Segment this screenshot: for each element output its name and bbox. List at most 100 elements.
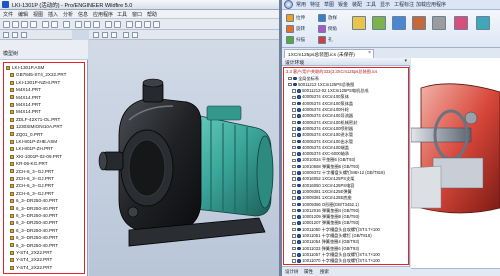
ribbon-label-loft[interactable]: 放样 xyxy=(328,15,337,21)
menu-tools[interactable]: 工具 xyxy=(117,11,127,18)
menu-info[interactable]: 信息 xyxy=(78,11,88,18)
tree-item[interactable]: Y-ST4_2X22.PRT xyxy=(10,257,52,264)
document-tab[interactable]: 1XCm125ps总装图.ics (未保存) × xyxy=(284,49,374,58)
expand-toggle-icon[interactable] xyxy=(292,202,296,207)
tab-design-tree[interactable]: 设计树 xyxy=(285,269,299,275)
expand-toggle-icon[interactable] xyxy=(292,158,296,163)
expand-toggle-icon[interactable] xyxy=(292,190,296,194)
expand-toggle-icon[interactable] xyxy=(292,246,296,251)
tree-item[interactable]: LKI-1301P-NZHI.PRT xyxy=(10,80,60,87)
design-tree-item[interactable]: 50011212 1XCm125PS总装图 xyxy=(288,82,354,88)
datum-point-icon[interactable] xyxy=(144,21,151,28)
expand-toggle-icon[interactable] xyxy=(292,152,296,156)
expand-toggle-icon[interactable] xyxy=(292,145,296,150)
expand-toggle-icon[interactable] xyxy=(288,76,292,81)
tree-item[interactable]: ZCH-6_3--GJ.PRT xyxy=(10,183,54,190)
tree-settings-icon[interactable] xyxy=(3,32,9,38)
modify-large-icon[interactable] xyxy=(412,16,426,30)
ribbon-label-revolve[interactable]: 旋转 xyxy=(296,26,305,32)
menu-analysis[interactable]: 分析 xyxy=(63,11,73,18)
pattern-large-icon[interactable] xyxy=(392,16,406,30)
tab-assembly[interactable]: 装配 xyxy=(352,1,362,8)
csys-icon[interactable] xyxy=(153,21,160,28)
tree-item[interactable]: ZDLF-42X71-OL.PRT xyxy=(10,117,60,124)
datum-plane-icon[interactable] xyxy=(126,21,133,28)
design-tree-item[interactable]: 全局坐标系 xyxy=(288,76,319,82)
regenerate-icon[interactable] xyxy=(63,21,70,28)
refit-icon[interactable] xyxy=(93,21,100,28)
export-large-icon[interactable] xyxy=(476,16,490,30)
expand-toggle-icon[interactable] xyxy=(292,196,296,200)
expand-toggle-icon[interactable] xyxy=(292,221,296,226)
zoom-out-icon[interactable] xyxy=(84,21,91,28)
menu-view[interactable]: 视图 xyxy=(33,11,43,18)
proe-graphics-window[interactable] xyxy=(89,30,279,276)
menu-edit[interactable]: 编辑 xyxy=(18,11,28,18)
caxa-pump-model[interactable] xyxy=(411,58,500,268)
loft-icon[interactable] xyxy=(318,14,326,22)
design-tree-item[interactable]: 10011070 十字槽盘头自攻螺钉ST4.7×100 xyxy=(292,258,380,264)
expand-toggle-icon[interactable] xyxy=(292,177,296,181)
expand-toggle-icon[interactable] xyxy=(292,240,296,244)
tree-item[interactable]: ZCH-6_3--GJ.PRT xyxy=(10,169,54,176)
render-large-icon[interactable] xyxy=(454,16,468,30)
no-hidden-icon[interactable] xyxy=(132,32,138,38)
design-tree-item[interactable]: 40005374 4XCm100泵体盖 xyxy=(292,101,353,107)
expand-toggle-icon[interactable] xyxy=(292,259,296,263)
expand-toggle-icon[interactable] xyxy=(292,101,296,106)
design-tree-item[interactable]: 40005374 4XCm100机械密封 xyxy=(292,120,357,126)
expand-toggle-icon[interactable] xyxy=(292,234,296,238)
design-tree-item[interactable]: 40005374 4XCm100端盖 xyxy=(292,145,349,151)
tree-item[interactable]: M4X14.PRT xyxy=(10,95,41,102)
wireframe-icon[interactable] xyxy=(114,21,121,28)
pump-model[interactable] xyxy=(89,40,279,276)
tree-item[interactable]: 6_3--DR250-40.PRT xyxy=(10,198,58,205)
tab-common[interactable]: 常用 xyxy=(296,1,306,8)
tab-display[interactable]: 显示 xyxy=(380,1,390,8)
tab-feature[interactable]: 特征 xyxy=(310,1,320,8)
design-tree-item[interactable]: 10011033 弹簧垫圈6 (GB/T93) xyxy=(292,246,359,252)
tree-item[interactable]: 6_3--DR250-40.PRT xyxy=(10,220,58,227)
ribbon-label-sweep[interactable]: 扫描 xyxy=(296,37,305,43)
design-tree-item[interactable]: 10010024 平垫圈6 (GB/T93) xyxy=(292,157,355,163)
shading-icon[interactable] xyxy=(105,21,112,28)
tree-item[interactable]: KR-06-KG.PRT xyxy=(10,161,48,168)
extrude-icon[interactable] xyxy=(286,14,294,22)
surface-large-icon[interactable] xyxy=(372,16,386,30)
sweep-icon[interactable] xyxy=(286,36,294,44)
design-tree-item[interactable]: 10009381 1XCm125E底座 xyxy=(292,195,352,201)
design-tree-item[interactable]: 40005374 4XCm100进水管 xyxy=(292,132,353,138)
hole-icon[interactable] xyxy=(318,36,326,44)
tree-root-assembly[interactable]: LKI-1301P.ASM xyxy=(6,65,44,72)
close-icon[interactable]: × xyxy=(368,50,371,56)
design-tree-item[interactable]: 10012016 弹簧垫圈4 (GB/T93) xyxy=(292,208,359,214)
tree-item[interactable]: LKI-801P-ZHB.ASM xyxy=(10,139,57,146)
tab-tools[interactable]: 工具 xyxy=(366,1,376,8)
tree-item[interactable]: Y-ST4_2X22.PRT xyxy=(10,250,52,257)
ribbon-label-hole[interactable]: 孔 xyxy=(328,37,333,43)
tree-item[interactable]: GB7845-ST4_2X22.PRT xyxy=(10,72,66,79)
tree-item[interactable]: ZQ01_0.PRT xyxy=(10,132,43,139)
design-tree-item[interactable]: 40016052 1XCm125PS支架 xyxy=(292,176,354,182)
expand-toggle-icon[interactable] xyxy=(292,171,296,175)
expand-toggle-icon[interactable] xyxy=(292,133,296,137)
tree-columns-icon[interactable] xyxy=(12,32,18,38)
expand-toggle-icon[interactable] xyxy=(292,108,296,112)
tree-item[interactable]: Y-ST4_2X22.PRT xyxy=(10,265,52,272)
tree-item[interactable]: 6_3--DR250-40.PRT xyxy=(10,206,58,213)
caxa-graphics-window[interactable] xyxy=(411,58,500,276)
design-tree-item[interactable]: 40005374 4XCm100出水管 xyxy=(292,139,353,145)
saved-views-icon[interactable] xyxy=(102,32,108,38)
expand-toggle-icon[interactable] xyxy=(292,127,296,131)
save-icon[interactable] xyxy=(21,21,28,28)
design-tree-item[interactable]: 40005374 4XCm100泵体 xyxy=(292,94,349,100)
tree-item[interactable]: 6_3--DR250-40.PRT xyxy=(10,213,58,220)
tree-item[interactable]: 6_3--DR250-40.PRT xyxy=(10,228,58,235)
tree-item[interactable]: LKI-801P-ZH.PRT xyxy=(10,146,53,153)
ribbon-label-chamfer[interactable]: 倒角 xyxy=(328,26,337,32)
tree-item[interactable]: M4X14.PRT xyxy=(10,109,41,116)
design-tree-item[interactable]: 10001207 弹簧垫圈5 (GB/T93) xyxy=(292,220,359,226)
tree-item[interactable]: XKI-1001P-02-09.PRT xyxy=(10,154,62,161)
tree-item[interactable]: M4X14.PRT xyxy=(10,102,41,109)
expand-toggle-icon[interactable] xyxy=(292,95,296,100)
